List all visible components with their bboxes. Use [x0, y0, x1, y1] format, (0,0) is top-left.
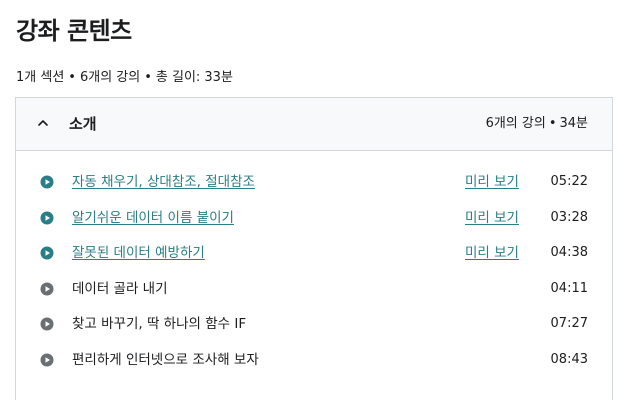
lecture-list: 자동 채우기, 상대참조, 절대참조 미리 보기 05:22 알기쉬운 데이터 …: [16, 168, 612, 382]
lecture-item: 데이터 골라 내기 04:11: [16, 275, 612, 311]
play-circle-icon: [40, 353, 54, 367]
lecture-duration: 05:22: [550, 174, 588, 189]
lecture-title-link[interactable]: 잘못된 데이터 예방하기: [72, 243, 205, 263]
preview-link[interactable]: 미리 보기: [465, 243, 519, 263]
section-count: 1개 섹션: [16, 70, 65, 85]
lecture-title: 편리하게 인터넷으로 조사해 보자: [72, 351, 259, 368]
play-circle-icon: [40, 317, 54, 331]
section-lecture-count: 6개의 강의: [485, 116, 546, 131]
lecture-item: 편리하게 인터넷으로 조사해 보자 08:43: [16, 346, 612, 382]
play-circle-icon[interactable]: [40, 246, 54, 260]
lecture-item: 알기쉬운 데이터 이름 붙이기 미리 보기 03:28: [16, 204, 612, 240]
section-header-toggle[interactable]: 소개 6개의 강의 • 34분: [16, 98, 612, 151]
play-circle-icon[interactable]: [40, 175, 54, 189]
lecture-item: 찾고 바꾸기, 딱 하나의 함수 IF 07:27: [16, 310, 612, 346]
separator-dot: •: [144, 70, 152, 85]
preview-link[interactable]: 미리 보기: [465, 172, 519, 192]
total-length: 총 길이: 33분: [155, 70, 233, 85]
lecture-duration: 03:28: [550, 209, 588, 225]
separator-dot: •: [68, 70, 76, 85]
lecture-count: 6개의 강의: [79, 70, 141, 85]
course-section: 소개 6개의 강의 • 34분 자동 채우기, 상대참조, 절대참조 미리 보기 0…: [15, 97, 613, 400]
section-meta: 6개의 강의 • 34분: [486, 115, 588, 133]
section-title: 소개: [69, 115, 97, 133]
lecture-duration: 07:27: [550, 316, 588, 332]
section-length: 34분: [559, 116, 588, 131]
page-title: 강좌 콘텐츠: [16, 17, 132, 45]
lecture-title: 찾고 바꾸기, 딱 하나의 함수 IF: [72, 316, 247, 333]
play-circle-icon: [40, 282, 54, 296]
separator-dot: •: [548, 116, 557, 131]
lecture-item: 잘못된 데이터 예방하기 미리 보기 04:38: [16, 239, 612, 275]
course-summary: 1개 섹션 • 6개의 강의 • 총 길이: 33분: [16, 69, 233, 87]
lecture-duration: 08:43: [550, 351, 588, 367]
chevron-up-icon[interactable]: [36, 116, 50, 130]
lecture-duration: 04:11: [550, 280, 588, 296]
preview-link[interactable]: 미리 보기: [465, 208, 519, 228]
lecture-title-link[interactable]: 알기쉬운 데이터 이름 붙이기: [72, 208, 234, 228]
play-circle-icon[interactable]: [40, 211, 54, 225]
lecture-duration: 04:38: [550, 245, 588, 261]
lecture-item: 자동 채우기, 상대참조, 절대참조 미리 보기 05:22: [16, 168, 612, 204]
lecture-title: 데이터 골라 내기: [72, 280, 168, 297]
lecture-title-link[interactable]: 자동 채우기, 상대참조, 절대참조: [72, 172, 255, 192]
